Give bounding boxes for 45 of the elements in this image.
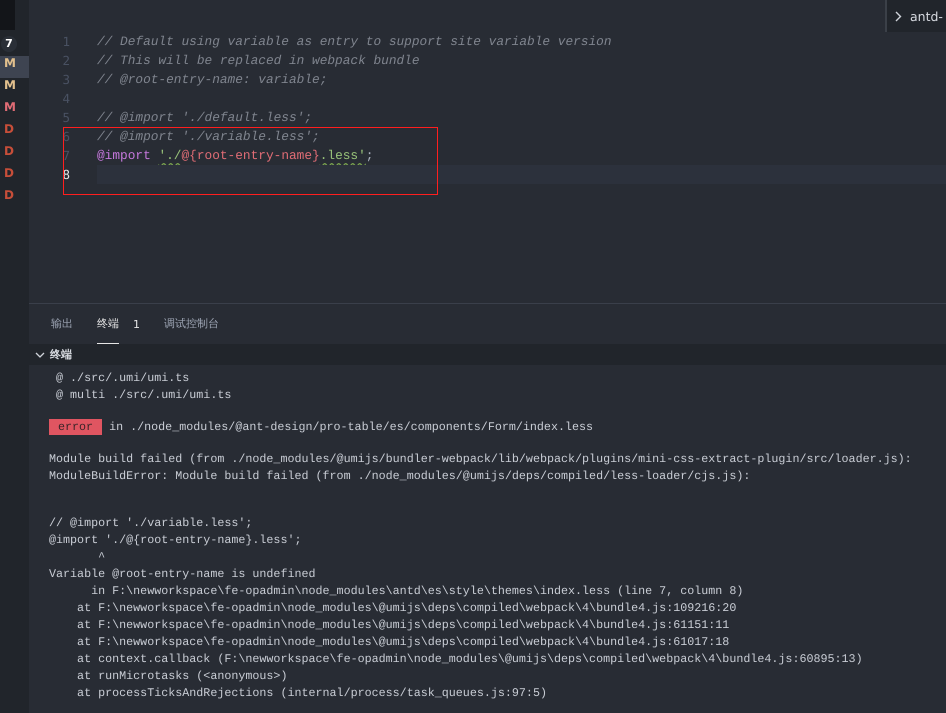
git-status-row[interactable]: D bbox=[0, 166, 29, 188]
terminal-line: // @import './variable.less'; bbox=[49, 515, 254, 532]
code-line: // @import './variable.less'; bbox=[97, 129, 320, 144]
code-line: // Default using variable as entry to support site variable version bbox=[97, 34, 612, 49]
git-status-row[interactable]: D bbox=[0, 188, 29, 210]
terminal-line: at F:\newworkspace\fe-opadmin\node_modules\@umijs\deps\compiled\webpack\4\bundle4.js:61017:18 bbox=[76, 634, 730, 651]
code-line: // @root-entry-name: variable; bbox=[97, 72, 328, 87]
terminal-line: at processTicksAndRejections (internal/process/task_queues.js:97:5) bbox=[76, 685, 548, 702]
error-badge: error bbox=[49, 419, 102, 435]
terminal-line: at runMicrotasks (<anonymous>) bbox=[76, 668, 288, 685]
terminal-line: in F:\newworkspace\fe-opadmin\node_modules\antd\es\style\themes\index.less (line 7, column 8) bbox=[90, 583, 744, 600]
status-letter: D bbox=[4, 144, 14, 158]
terminal-line: Module build failed (from ./node_modules/@umijs/bundler-webpack/lib/webpack/plugins/mini-css-extract-plugin/src/loader.js): bbox=[49, 451, 913, 468]
chevron-right-icon bbox=[895, 10, 902, 22]
breadcrumb-text[interactable]: antd- bbox=[910, 8, 943, 24]
terminal-line: @import './@{root-entry-name}.less'; bbox=[49, 532, 302, 549]
code-line: @import './@{root-entry-name}.less'; bbox=[97, 148, 374, 163]
status-letter: M bbox=[4, 78, 16, 92]
status-letter: D bbox=[4, 166, 14, 180]
terminal-line: ModuleBuildError: Module build failed (from ./node_modules/@umijs/deps/compiled/less-loader/cjs.js): bbox=[49, 468, 752, 485]
status-letter: M bbox=[4, 100, 16, 114]
git-status-row[interactable]: D bbox=[0, 144, 29, 166]
git-status-row[interactable]: M bbox=[0, 100, 29, 122]
count-badge: 7 bbox=[1, 36, 17, 52]
section-title: 终端 bbox=[50, 347, 72, 362]
terminal-line: at F:\newworkspace\fe-opadmin\node_modules\@umijs\deps\compiled\webpack\4\bundle4.js:61151:11 bbox=[76, 617, 730, 634]
git-status-row[interactable]: M bbox=[0, 78, 29, 100]
terminal-line: ^ bbox=[97, 549, 106, 566]
status-letter: D bbox=[4, 188, 14, 202]
terminal-line: @ ./src/.umi/umi.ts bbox=[55, 370, 190, 387]
code-line: // @import './default.less'; bbox=[97, 110, 312, 125]
terminal-line: at F:\newworkspace\fe-opadmin\node_modules\@umijs\deps\compiled\webpack\4\bundle4.js:109216:20 bbox=[76, 600, 738, 617]
panel-tab[interactable]: 调试控制台 bbox=[164, 304, 219, 344]
git-status-row[interactable]: D bbox=[0, 122, 29, 144]
status-letter: D bbox=[4, 122, 14, 136]
terminal-line: Variable @root-entry-name is undefined bbox=[49, 566, 317, 583]
section-header[interactable]: 终端 bbox=[29, 344, 946, 365]
terminal-line: @ multi ./src/.umi/umi.ts bbox=[55, 387, 232, 404]
tab-count: 1 bbox=[133, 318, 140, 330]
code-line: // This will be replaced in webpack bundle bbox=[97, 53, 420, 68]
status-letter: M bbox=[4, 56, 16, 70]
terminal-line: in ./node_modules/@ant-design/pro-table/es/components/Form/index.less bbox=[109, 420, 594, 434]
git-status-row[interactable]: M bbox=[0, 56, 29, 78]
terminal-line: at context.callback (F:\newworkspace\fe-opadmin\node_modules\@umijs\deps\compiled\webpack\4\bundle4.js:60895:13) bbox=[76, 651, 864, 668]
panel-tab[interactable]: 输出 bbox=[51, 304, 73, 344]
